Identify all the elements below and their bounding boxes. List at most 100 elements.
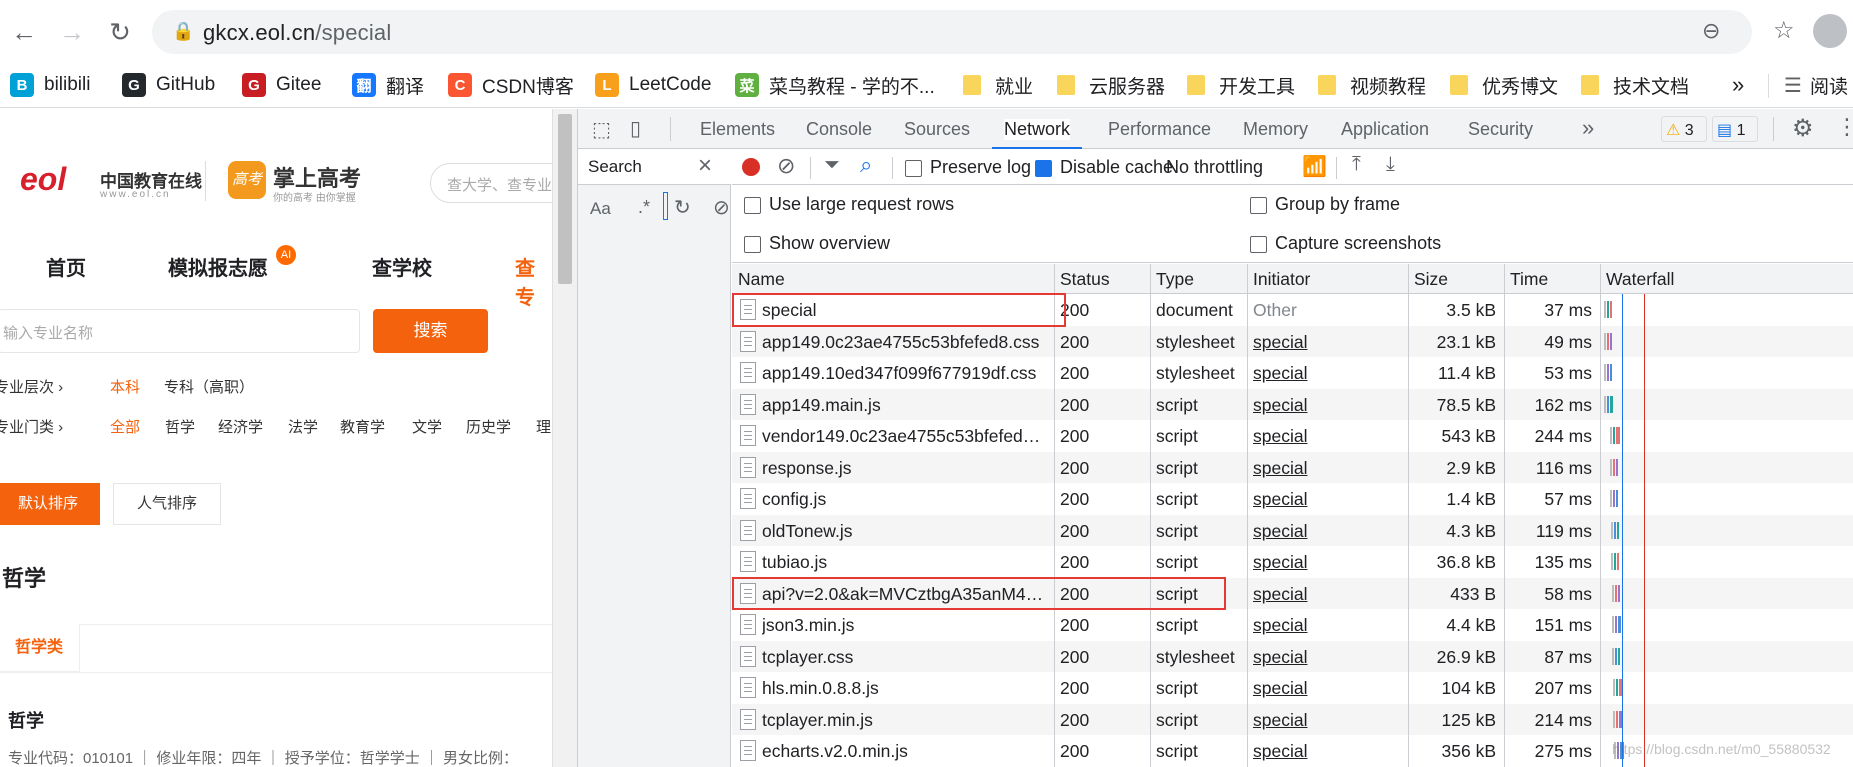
nav-major[interactable]: 查专	[515, 252, 552, 310]
tab-memory[interactable]: Memory	[1243, 119, 1308, 140]
bookmark-4[interactable]: C CSDN博客	[448, 70, 574, 100]
column-header-waterfall[interactable]: Waterfall	[1606, 269, 1674, 290]
cell-initiator[interactable]: special	[1253, 363, 1400, 384]
tab-philosophy-class[interactable]: 哲学类	[0, 624, 80, 672]
star-icon[interactable]: ☆	[1773, 16, 1795, 45]
column-header-size[interactable]: Size	[1414, 269, 1448, 290]
cell-initiator[interactable]: special	[1253, 741, 1400, 762]
disable-cache-checkbox[interactable]: Disable cache	[1035, 157, 1173, 178]
category-item[interactable]: 法学	[288, 416, 318, 437]
nav-home[interactable]: 首页	[46, 252, 86, 281]
filter-icon[interactable]: ⏷	[824, 154, 840, 177]
cell-initiator[interactable]: special	[1253, 426, 1400, 447]
capture-screenshots-box[interactable]	[1250, 235, 1267, 253]
network-conditions-icon[interactable]: 📶	[1302, 154, 1327, 179]
regex-toggle[interactable]: .*	[638, 197, 650, 218]
bookmark-2[interactable]: G Gitee	[242, 70, 321, 100]
preserve-log-box[interactable]	[905, 159, 922, 177]
disable-cache-box[interactable]	[1035, 159, 1052, 177]
reading-list[interactable]: ☰ 阅读	[1784, 70, 1848, 100]
category-item[interactable]: 理	[536, 416, 551, 437]
table-row[interactable]: json3.min.js 200 script special 4.4 kB 151 ms	[732, 609, 1853, 641]
large-rows-box[interactable]	[744, 196, 761, 214]
forward-icon[interactable]: →	[52, 12, 92, 52]
column-header-time[interactable]: Time	[1510, 269, 1548, 290]
tab-console[interactable]: Console	[806, 119, 872, 140]
cell-initiator[interactable]: special	[1253, 521, 1400, 542]
column-divider[interactable]	[1247, 264, 1248, 767]
group-by-frame-checkbox[interactable]: Group by frame	[1250, 194, 1400, 215]
category-item[interactable]: 历史学	[466, 416, 511, 437]
cell-initiator[interactable]: special	[1253, 647, 1400, 668]
cell-initiator[interactable]: special	[1253, 584, 1400, 605]
address-bar[interactable]: 🔒 gkcx.eol.cn/special ⊖	[152, 10, 1752, 54]
table-row[interactable]: config.js 200 script special 1.4 kB 57 ms	[732, 483, 1853, 515]
group-by-frame-box[interactable]	[1250, 196, 1267, 214]
table-row[interactable]: oldTonew.js 200 script special 4.3 kB 119 ms	[732, 514, 1853, 546]
tab-application[interactable]: Application	[1341, 119, 1429, 140]
page-scrollbar[interactable]	[552, 109, 577, 767]
inspect-icon[interactable]: ⬚	[592, 117, 611, 142]
column-header-initiator[interactable]: Initiator	[1253, 269, 1310, 290]
back-icon[interactable]: ←	[4, 12, 44, 52]
clear-icon[interactable]: ⊘	[777, 153, 795, 179]
sort-popular-button[interactable]: 人气排序	[113, 483, 221, 525]
cell-initiator[interactable]: special	[1253, 615, 1400, 636]
site-search-input[interactable]: 查大学、查专业	[430, 163, 552, 203]
cell-initiator[interactable]: special	[1253, 395, 1400, 416]
category-item[interactable]: 经济学	[218, 416, 263, 437]
scrollbar-thumb[interactable]	[558, 114, 572, 284]
bookmark-9[interactable]: 开发工具	[1187, 70, 1295, 100]
category-item[interactable]: 教育学	[340, 416, 385, 437]
record-icon[interactable]	[742, 158, 760, 176]
tab-network[interactable]: Network	[992, 119, 1083, 149]
search-icon[interactable]: ⌕	[860, 152, 872, 178]
more-menu-icon[interactable]: ⋮	[1836, 114, 1853, 140]
column-header-name[interactable]: Name	[738, 269, 785, 290]
table-row[interactable]: response.js 200 script special 2.9 kB 116 ms	[732, 451, 1853, 483]
major-search-input[interactable]: 输入专业名称	[0, 309, 360, 353]
bookmarks-more[interactable]: »	[1732, 70, 1744, 100]
url-text[interactable]: gkcx.eol.cn/special	[203, 20, 391, 46]
bookmark-11[interactable]: 优秀博文	[1450, 70, 1558, 100]
clear-search-icon[interactable]: ⊘	[713, 195, 730, 220]
cell-initiator[interactable]: special	[1253, 552, 1400, 573]
bookmark-6[interactable]: 菜菜鸟教程 - 学的不...	[735, 70, 935, 100]
table-row[interactable]: app149.10ed347f099f677919df.css 200 styles…	[732, 357, 1853, 389]
import-har-icon[interactable]: ⤒	[1352, 153, 1361, 176]
eol-logo[interactable]: eol	[20, 161, 100, 197]
capture-screenshots-checkbox[interactable]: Capture screenshots	[1250, 233, 1441, 254]
bookmark-5[interactable]: L LeetCode	[595, 70, 711, 100]
tab-sources[interactable]: Sources	[904, 119, 970, 140]
category-item[interactable]: 全部	[110, 416, 140, 437]
nav-school[interactable]: 查学校	[372, 252, 432, 281]
column-divider[interactable]	[1504, 264, 1505, 767]
level-undergrad[interactable]: 本科	[110, 376, 140, 397]
category-item[interactable]: 文学	[412, 416, 442, 437]
column-divider[interactable]	[1150, 264, 1151, 767]
bookmark-3[interactable]: 翻翻译	[352, 70, 424, 100]
table-row[interactable]: tubiao.js 200 script special 36.8 kB 135 ms	[732, 546, 1853, 578]
device-toolbar-icon[interactable]: ▯	[630, 116, 641, 141]
table-row[interactable]: app149.0c23ae4755c53bfefed8.css 200 styles…	[732, 325, 1853, 357]
search-input[interactable]	[663, 192, 668, 220]
export-har-icon[interactable]: ⤓	[1386, 153, 1395, 176]
column-header-status[interactable]: Status	[1060, 269, 1110, 290]
zoom-icon[interactable]: ⊖	[1702, 18, 1720, 44]
table-row[interactable]: vendor149.0c23ae4755c53bfefed8.js 200 scri…	[732, 420, 1853, 452]
throttling-select[interactable]: No throttling ▼	[1166, 157, 1314, 178]
show-overview-checkbox[interactable]: Show overview	[744, 233, 890, 254]
column-divider[interactable]	[1408, 264, 1409, 767]
match-case-toggle[interactable]: Aa	[590, 199, 611, 219]
cell-initiator[interactable]: special	[1253, 710, 1400, 731]
tab-elements[interactable]: Elements	[700, 119, 775, 140]
more-tabs-icon[interactable]: »	[1582, 115, 1594, 141]
tab-security[interactable]: Security	[1468, 119, 1533, 140]
cell-initiator[interactable]: special	[1253, 489, 1400, 510]
reload-icon[interactable]: ↻	[100, 12, 140, 52]
bookmark-8[interactable]: 云服务器	[1057, 70, 1165, 100]
cell-initiator[interactable]: special	[1253, 678, 1400, 699]
table-row[interactable]: tcplayer.min.js 200 script special 125 kB 214…	[732, 703, 1853, 735]
large-rows-checkbox[interactable]: Use large request rows	[744, 194, 954, 215]
nav-simulate[interactable]: 模拟报志愿	[168, 252, 268, 281]
